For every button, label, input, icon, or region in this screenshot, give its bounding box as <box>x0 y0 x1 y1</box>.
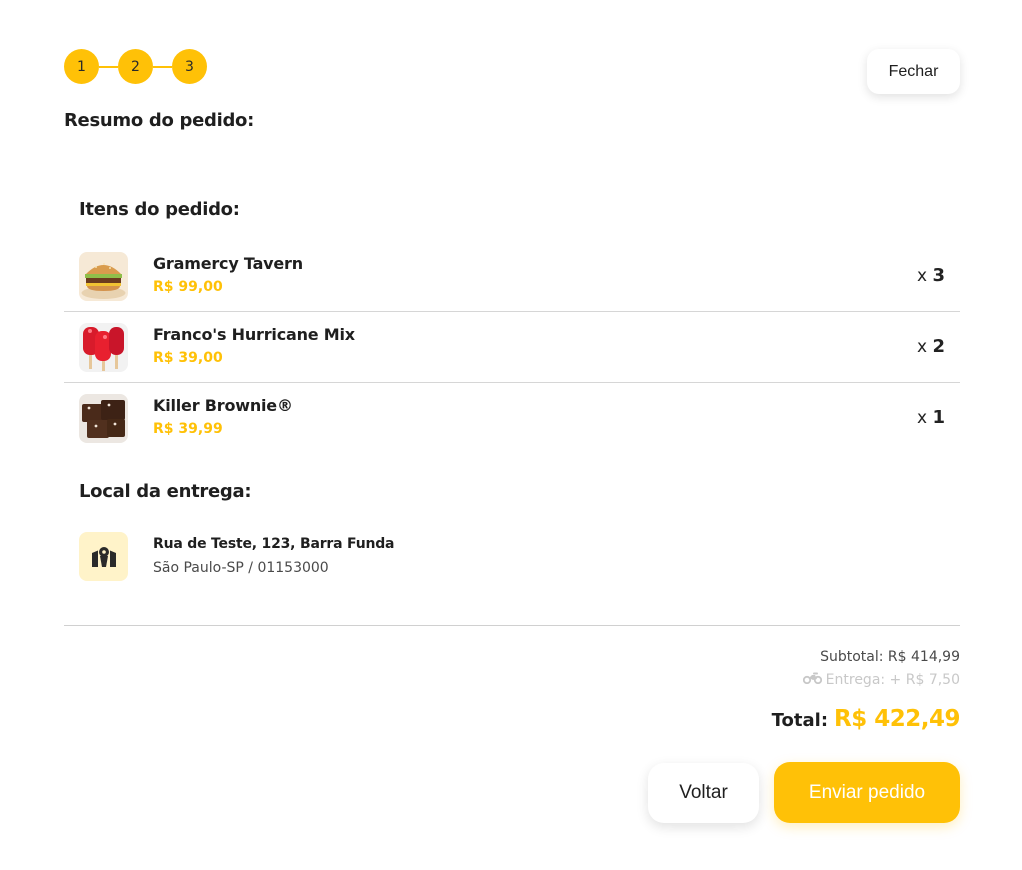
step-2: 2 <box>118 49 153 84</box>
total-label: Total: <box>771 710 829 731</box>
total-value: R$ 422,49 <box>834 706 960 732</box>
delivery-section-title: Local da entrega: <box>79 481 252 502</box>
back-button[interactable]: Voltar <box>648 763 759 823</box>
popsicles-image <box>79 323 128 372</box>
step-connector <box>99 65 118 68</box>
map-marker-icon <box>79 532 128 581</box>
item-quantity: x 2 <box>917 336 945 357</box>
order-summary-modal: 1 2 3 Fechar Resumo do pedido: Itens do … <box>0 0 1022 870</box>
burger-image <box>79 252 128 301</box>
delivery-fee: Entrega: + R$ 7,50 <box>802 672 960 688</box>
divider <box>64 625 960 626</box>
address-city: São Paulo-SP / 01153000 <box>153 560 329 576</box>
subtotal: Subtotal: R$ 414,99 <box>820 649 960 665</box>
brownie-image <box>79 394 128 443</box>
item-name: Gramercy Tavern <box>153 254 303 273</box>
delivery-fee-text: Entrega: + R$ 7,50 <box>825 672 960 688</box>
total: Total: R$ 422,49 <box>771 706 961 732</box>
motorcycle-icon <box>802 672 822 688</box>
item-price: R$ 99,00 <box>153 279 223 295</box>
order-items-list: Gramercy Tavern R$ 99,00 x 3 Franco's Hu… <box>64 241 960 454</box>
close-button[interactable]: Fechar <box>867 49 960 94</box>
item-name: Killer Brownie® <box>153 396 293 415</box>
page-title: Resumo do pedido: <box>64 110 254 131</box>
step-3: 3 <box>172 49 207 84</box>
list-item: Gramercy Tavern R$ 99,00 x 3 <box>64 241 960 312</box>
item-price: R$ 39,99 <box>153 421 223 437</box>
items-section-title: Itens do pedido: <box>79 199 240 220</box>
list-item: Franco's Hurricane Mix R$ 39,00 x 2 <box>64 312 960 383</box>
item-price: R$ 39,00 <box>153 350 223 366</box>
list-item: Killer Brownie® R$ 39,99 x 1 <box>64 383 960 454</box>
send-order-button[interactable]: Enviar pedido <box>774 762 960 823</box>
stepper: 1 2 3 <box>64 49 207 84</box>
step-1: 1 <box>64 49 99 84</box>
address-street: Rua de Teste, 123, Barra Funda <box>153 536 395 552</box>
item-quantity: x 3 <box>917 265 945 286</box>
item-quantity: x 1 <box>917 407 945 428</box>
step-connector <box>153 65 172 68</box>
item-name: Franco's Hurricane Mix <box>153 325 355 344</box>
